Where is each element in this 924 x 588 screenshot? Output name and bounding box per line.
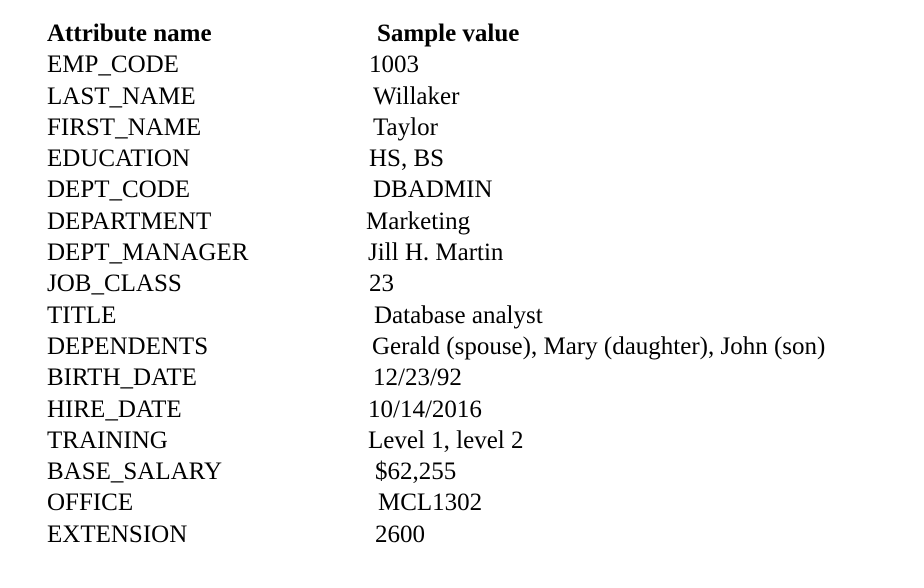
attribute-name: JOB_CLASS [47,270,182,298]
sample-value: MCL1302 [378,489,483,517]
sample-value: $62,255 [375,458,457,486]
attribute-name: EDUCATION [47,145,191,173]
attribute-name: HIRE_DATE [47,395,182,423]
attribute-name: OFFICE [47,489,134,517]
attribute-name: TRAINING [47,426,168,454]
sample-value: 23 [369,270,394,298]
attribute-name-header: Attribute name [47,20,212,47]
attribute-name: LAST_NAME [47,82,196,110]
sample-value: 12/23/92 [373,364,462,392]
attribute-name: TITLE [47,301,117,329]
sample-value: Willaker [373,82,460,110]
attribute-name: DEPT_MANAGER [47,239,249,267]
sample-value: Level 1, level 2 [368,426,524,454]
sample-value: 10/14/2016 [368,395,482,423]
attribute-name: EMP_CODE [47,51,179,79]
attribute-name: DEPARTMENT [47,207,212,235]
attribute-name: FIRST_NAME [47,113,202,141]
sample-value: Jill H. Martin [368,239,504,267]
sample-value: 1003 [369,51,419,79]
attribute-name: BASE_SALARY [47,458,223,486]
sample-value: Database analyst [374,301,543,329]
sample-value: Marketing [366,207,471,235]
sample-value: Taylor [373,113,438,141]
sample-value: 2600 [375,520,425,548]
sample-value: DBADMIN [373,176,493,204]
attribute-name: DEPT_CODE [47,176,191,204]
attribute-name: DEPENDENTS [47,332,209,360]
sample-value: HS, BS [369,145,445,173]
attribute-name: EXTENSION [47,520,188,548]
sample-value: Gerald (spouse), Mary (daughter), John (… [372,332,826,360]
attribute-name: BIRTH_DATE [47,364,197,392]
sample-value-header: Sample value [377,20,520,47]
